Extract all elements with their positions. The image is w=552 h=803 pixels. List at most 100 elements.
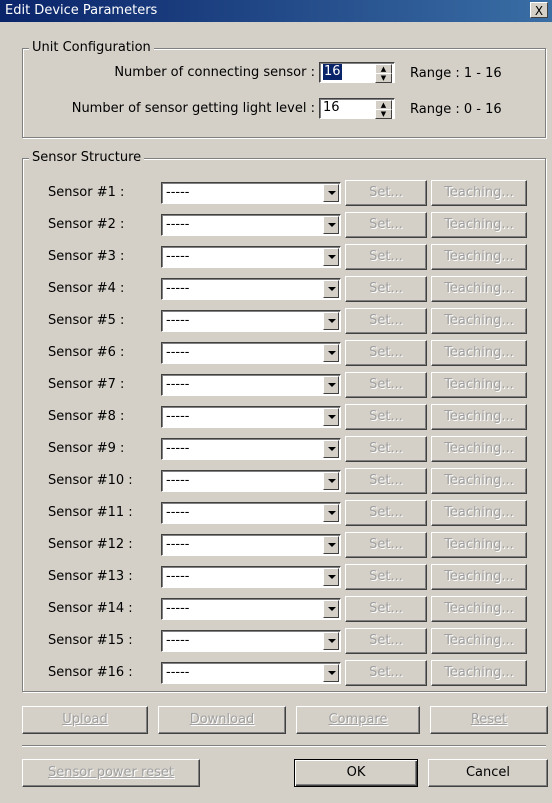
sensor-type-value: ----- [166,377,190,392]
sensor-type-value: ----- [166,633,190,648]
sensor-set-button[interactable]: Set... [345,212,427,238]
sensor-teaching-button[interactable]: Teaching... [431,372,527,398]
sensor-set-button[interactable]: Set... [345,404,427,430]
sensor-teaching-button[interactable]: Teaching... [431,436,527,462]
sensor-label: Sensor #8 : [48,409,125,424]
download-button[interactable]: Download [158,706,286,734]
light-level-range: Range : 0 - 16 [410,102,502,117]
ok-button[interactable]: OK [294,759,418,787]
light-level-label: Number of sensor getting light level : [71,101,315,116]
sensor-type-select[interactable]: ----- [161,566,341,588]
chevron-down-icon[interactable] [323,408,339,426]
sensor-type-select[interactable]: ----- [161,342,341,364]
sensor-label: Sensor #9 : [48,441,125,456]
sensor-type-select[interactable]: ----- [161,406,341,428]
sensor-type-value: ----- [166,665,190,680]
close-button[interactable]: X [530,2,548,18]
sensor-teaching-button[interactable]: Teaching... [431,532,527,558]
chevron-down-icon[interactable] [323,632,339,650]
sensor-label: Sensor #10 : [48,473,133,488]
compare-button[interactable]: Compare [296,706,420,734]
sensor-set-button[interactable]: Set... [345,532,427,558]
sensor-set-button[interactable]: Set... [345,340,427,366]
sensor-teaching-button[interactable]: Teaching... [431,596,527,622]
sensor-set-button[interactable]: Set... [345,244,427,270]
sensor-teaching-button[interactable]: Teaching... [431,500,527,526]
sensor-type-select[interactable]: ----- [161,278,341,300]
chevron-down-icon[interactable] [323,184,339,202]
chevron-down-icon[interactable] [323,376,339,394]
sensor-teaching-button[interactable]: Teaching... [431,180,527,206]
connecting-sensor-spinner[interactable]: ▲ ▼ [375,64,392,83]
sensor-type-select[interactable]: ----- [161,662,341,684]
sensor-type-value: ----- [166,505,190,520]
sensor-type-select[interactable]: ----- [161,534,341,556]
light-level-spinner[interactable]: ▲ ▼ [375,100,392,119]
separator [22,745,546,747]
sensor-teaching-button[interactable]: Teaching... [431,212,527,238]
sensor-type-value: ----- [166,281,190,296]
sensor-label: Sensor #15 : [48,633,133,648]
sensor-set-button[interactable]: Set... [345,308,427,334]
chevron-down-icon[interactable] [323,664,339,682]
sensor-set-button[interactable]: Set... [345,660,427,686]
sensor-type-select[interactable]: ----- [161,470,341,492]
sensor-teaching-button[interactable]: Teaching... [431,308,527,334]
chevron-down-icon[interactable] [323,472,339,490]
sensor-label: Sensor #7 : [48,377,125,392]
spinner-down-icon[interactable]: ▼ [375,73,392,83]
sensor-teaching-button[interactable]: Teaching... [431,468,527,494]
light-level-value: 16 [323,100,340,115]
sensor-teaching-button[interactable]: Teaching... [431,244,527,270]
sensor-type-select[interactable]: ----- [161,598,341,620]
chevron-down-icon[interactable] [323,216,339,234]
sensor-teaching-button[interactable]: Teaching... [431,660,527,686]
window-title: Edit Device Parameters [5,3,158,18]
sensor-type-select[interactable]: ----- [161,214,341,236]
sensor-power-reset-button[interactable]: Sensor power reset [22,759,200,787]
sensor-type-select[interactable]: ----- [161,630,341,652]
reset-button[interactable]: Reset [430,706,548,734]
chevron-down-icon[interactable] [323,536,339,554]
sensor-label: Sensor #13 : [48,569,133,584]
sensor-set-button[interactable]: Set... [345,276,427,302]
sensor-teaching-button[interactable]: Teaching... [431,404,527,430]
spinner-down-icon[interactable]: ▼ [375,109,392,119]
chevron-down-icon[interactable] [323,280,339,298]
sensor-set-button[interactable]: Set... [345,436,427,462]
light-level-input[interactable]: 16 ▲ ▼ [319,98,395,119]
sensor-type-select[interactable]: ----- [161,310,341,332]
connecting-sensor-value: 16 [323,64,342,80]
sensor-type-select[interactable]: ----- [161,502,341,524]
sensor-type-select[interactable]: ----- [161,438,341,460]
chevron-down-icon[interactable] [323,248,339,266]
upload-button[interactable]: Upload [22,706,148,734]
sensor-label: Sensor #3 : [48,249,125,264]
sensor-set-button[interactable]: Set... [345,564,427,590]
cancel-button[interactable]: Cancel [428,759,548,787]
chevron-down-icon[interactable] [323,312,339,330]
chevron-down-icon[interactable] [323,344,339,362]
sensor-label: Sensor #1 : [48,185,125,200]
chevron-down-icon[interactable] [323,568,339,586]
sensor-teaching-button[interactable]: Teaching... [431,340,527,366]
sensor-label: Sensor #2 : [48,217,125,232]
sensor-set-button[interactable]: Set... [345,596,427,622]
sensor-set-button[interactable]: Set... [345,468,427,494]
chevron-down-icon[interactable] [323,504,339,522]
sensor-teaching-button[interactable]: Teaching... [431,564,527,590]
sensor-teaching-button[interactable]: Teaching... [431,276,527,302]
connecting-sensor-input[interactable]: 16 ▲ ▼ [319,62,395,83]
sensor-type-value: ----- [166,537,190,552]
chevron-down-icon[interactable] [323,440,339,458]
chevron-down-icon[interactable] [323,600,339,618]
sensor-type-select[interactable]: ----- [161,182,341,204]
sensor-set-button[interactable]: Set... [345,372,427,398]
sensor-set-button[interactable]: Set... [345,500,427,526]
sensor-type-select[interactable]: ----- [161,374,341,396]
sensor-type-select[interactable]: ----- [161,246,341,268]
sensor-set-button[interactable]: Set... [345,180,427,206]
unit-configuration-legend: Unit Configuration [29,40,154,55]
sensor-teaching-button[interactable]: Teaching... [431,628,527,654]
sensor-set-button[interactable]: Set... [345,628,427,654]
